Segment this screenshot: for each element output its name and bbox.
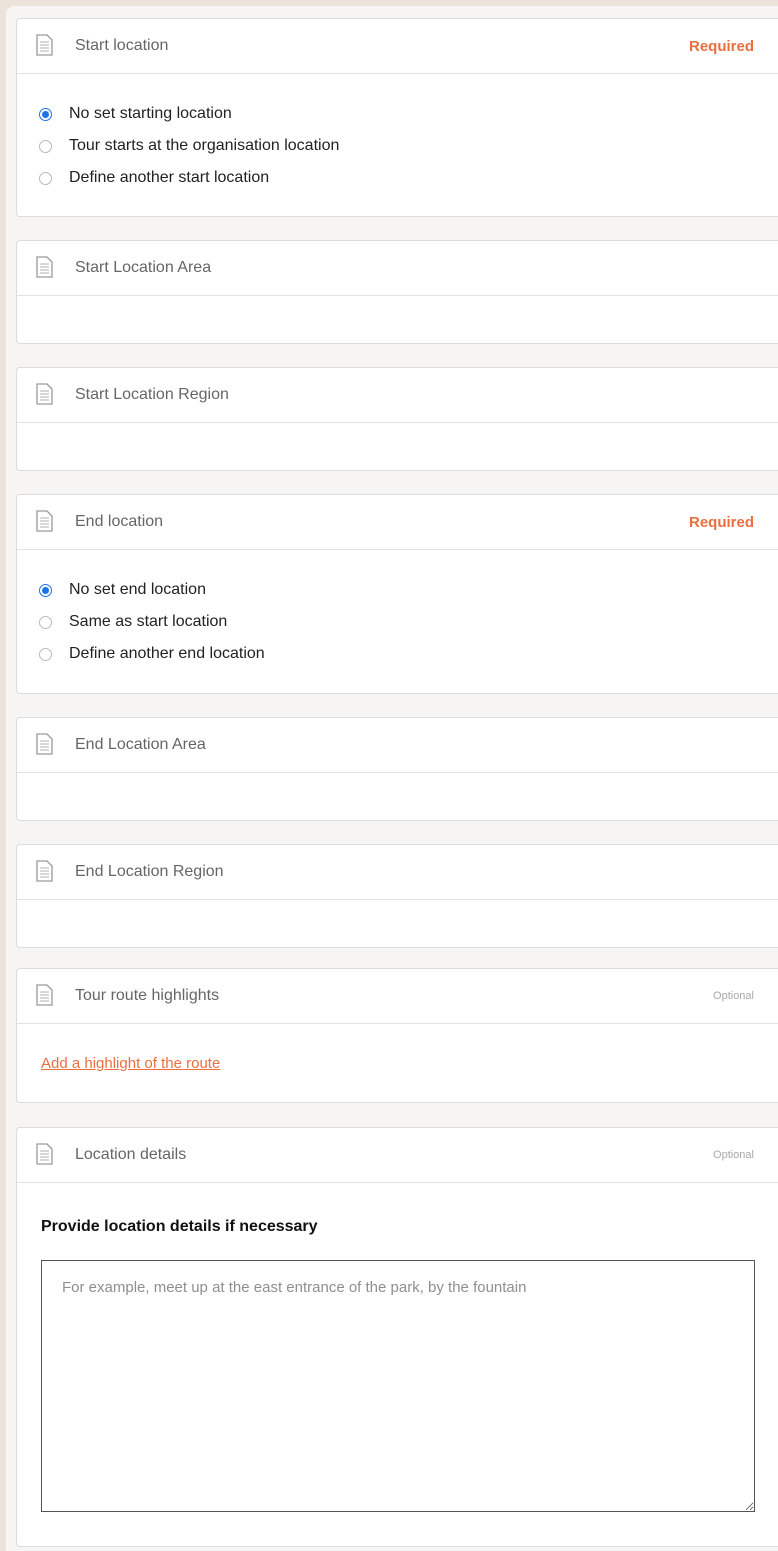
end-location-title: End location xyxy=(75,513,164,530)
optional-badge: Optional xyxy=(713,1149,754,1161)
end-location-area-card: End Location Area xyxy=(16,717,778,821)
end-location-header: End location Required xyxy=(17,495,778,550)
radio-button[interactable] xyxy=(39,647,52,661)
radio-define-another-end-location[interactable]: Define another end location xyxy=(17,638,778,670)
start-location-options: No set starting location Tour starts at … xyxy=(17,74,778,194)
document-icon xyxy=(36,383,53,405)
radio-label: Tour starts at the organisation location xyxy=(69,137,340,154)
document-icon xyxy=(36,984,53,1006)
radio-button[interactable] xyxy=(39,171,52,185)
radio-define-another-start-location[interactable]: Define another start location xyxy=(17,162,778,194)
radio-label: No set starting location xyxy=(69,105,232,122)
start-location-title: Start location xyxy=(75,37,169,54)
location-details-textarea[interactable] xyxy=(41,1260,755,1512)
location-details-card: Location details Optional Provide locati… xyxy=(16,1127,778,1547)
radio-label: Define another start location xyxy=(69,169,270,186)
start-location-region-card: Start Location Region xyxy=(16,367,778,471)
radio-label: Define another end location xyxy=(69,645,265,662)
tour-route-highlights-card: Tour route highlights Optional Add a hig… xyxy=(16,968,778,1103)
start-location-area-header: Start Location Area xyxy=(17,241,778,296)
document-icon xyxy=(36,1143,53,1165)
tour-route-highlights-title: Tour route highlights xyxy=(75,987,220,1004)
document-icon xyxy=(36,510,53,532)
end-location-options: No set end location Same as start locati… xyxy=(17,550,778,670)
radio-tour-starts-at-organisation[interactable]: Tour starts at the organisation location xyxy=(17,130,778,162)
end-location-region-title: End Location Region xyxy=(75,863,224,880)
start-location-header: Start location Required xyxy=(17,19,778,74)
document-icon xyxy=(36,34,53,56)
end-location-area-header: End Location Area xyxy=(17,718,778,773)
document-icon xyxy=(36,860,53,882)
required-badge: Required xyxy=(688,513,754,531)
document-icon xyxy=(36,256,53,278)
optional-badge: Optional xyxy=(713,990,754,1002)
tour-route-highlights-header: Tour route highlights Optional xyxy=(17,969,778,1024)
location-details-title: Location details xyxy=(75,1146,187,1163)
start-location-region-title: Start Location Region xyxy=(75,386,229,403)
document-icon xyxy=(36,733,53,755)
radio-button-checked[interactable] xyxy=(39,583,52,597)
required-badge: Required xyxy=(688,37,754,55)
radio-button-checked[interactable] xyxy=(39,107,52,121)
radio-button[interactable] xyxy=(39,139,52,153)
location-details-label: Provide location details if necessary xyxy=(41,1218,318,1235)
radio-no-set-starting-location[interactable]: No set starting location xyxy=(17,98,778,130)
end-location-region-header: End Location Region xyxy=(17,845,778,900)
start-location-region-header: Start Location Region xyxy=(17,368,778,423)
radio-same-as-start-location[interactable]: Same as start location xyxy=(17,606,778,638)
radio-label: Same as start location xyxy=(69,613,228,630)
end-location-card: End location Required No set end locatio… xyxy=(16,494,778,694)
radio-button[interactable] xyxy=(39,615,52,629)
end-location-area-title: End Location Area xyxy=(75,736,206,753)
add-highlight-link[interactable]: Add a highlight of the route xyxy=(41,1055,220,1072)
end-location-region-card: End Location Region xyxy=(16,844,778,948)
radio-no-set-end-location[interactable]: No set end location xyxy=(17,574,778,606)
start-location-area-title: Start Location Area xyxy=(75,259,212,276)
radio-label: No set end location xyxy=(69,581,206,598)
start-location-area-card: Start Location Area xyxy=(16,240,778,344)
start-location-card: Start location Required No set starting … xyxy=(16,18,778,217)
location-details-header: Location details Optional xyxy=(17,1128,778,1183)
